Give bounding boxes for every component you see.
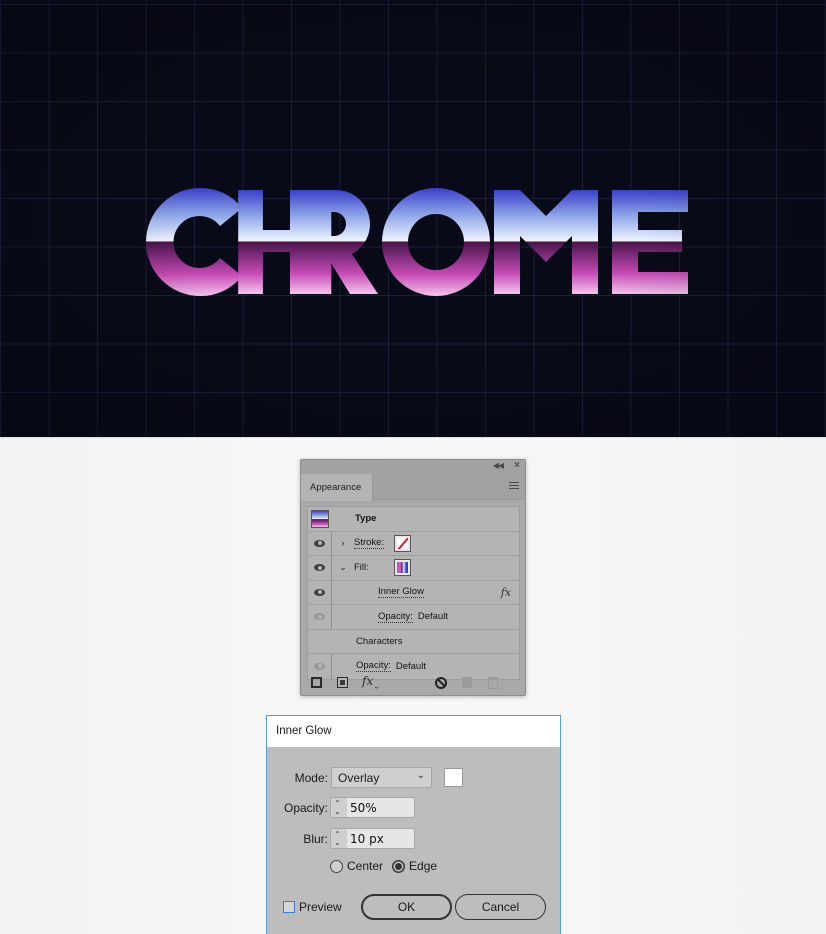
duplicate-item-icon <box>462 677 472 688</box>
inner-glow-dialog: Inner Glow Mode: Overlay ⌄ Opacity: ⌃ ⌄ … <box>266 715 561 934</box>
opacity-row: Opacity: ⌃ ⌄ 50% <box>280 797 415 818</box>
none-swatch-icon <box>397 537 409 549</box>
eye-icon <box>314 588 325 596</box>
eye-icon <box>314 662 325 670</box>
mode-value: Overlay <box>338 771 380 785</box>
double-chevron-left-icon[interactable]: ◀◀ <box>493 461 504 470</box>
source-row: Center Edge <box>330 859 437 873</box>
add-new-fill-icon[interactable] <box>337 677 348 688</box>
dialog-title: Inner Glow <box>267 716 560 747</box>
type-thumbnail-icon <box>311 509 329 528</box>
mode-select[interactable]: Overlay ⌄ <box>331 767 432 788</box>
artwork-canvas <box>0 0 826 437</box>
cancel-button[interactable]: Cancel <box>455 894 546 920</box>
opacity-value: Default <box>417 611 448 623</box>
chrome-headline <box>134 186 694 298</box>
opacity-value: Default <box>395 660 426 672</box>
tab-appearance[interactable]: Appearance <box>301 474 373 501</box>
panel-tab-bar: Appearance <box>301 474 525 501</box>
edge-radio[interactable] <box>392 859 406 873</box>
ok-button[interactable]: OK <box>361 894 452 920</box>
letter-e <box>612 190 688 294</box>
stroke-swatch[interactable] <box>394 534 412 552</box>
add-new-stroke-icon[interactable] <box>311 677 322 688</box>
blur-label: Blur: <box>303 831 328 846</box>
appearance-row-type[interactable]: Type <box>308 507 519 532</box>
appearance-row-fill-opacity[interactable]: Opacity: Default <box>308 605 519 630</box>
chevron-down-icon: ⌄ <box>416 770 425 781</box>
letter-r <box>290 190 378 294</box>
delete-icon <box>488 677 498 689</box>
mode-label: Mode: <box>294 770 328 785</box>
opacity-input[interactable]: 50% <box>347 797 415 818</box>
appearance-row-fill[interactable]: ⌄ Fill: <box>308 556 519 581</box>
blur-input[interactable]: 10 px <box>347 828 415 849</box>
chrome-letters <box>146 187 688 297</box>
appearance-panel: ◀◀ × Appearance Type › Stroke: ⌄ Fill: I… <box>300 459 526 696</box>
appearance-row-stroke[interactable]: › Stroke: <box>308 531 519 556</box>
blur-row: Blur: ⌃ ⌄ 10 px <box>280 828 415 849</box>
opacity-link[interactable]: Opacity: <box>378 611 413 623</box>
close-icon[interactable]: × <box>514 460 520 471</box>
eye-icon <box>314 564 325 572</box>
panel-footer: fx⌄ <box>307 674 520 692</box>
stroke-label[interactable]: Stroke: <box>354 537 385 550</box>
edge-label: Edge <box>409 859 438 873</box>
chevron-right-icon[interactable]: › <box>336 538 350 548</box>
appearance-row-characters[interactable]: Characters <box>308 630 519 654</box>
hamburger-menu-icon[interactable] <box>509 482 519 490</box>
letter-o <box>382 188 490 296</box>
letter-c <box>146 187 242 297</box>
letter-m-shape <box>494 190 598 294</box>
mode-row: Mode: Overlay ⌄ <box>291 767 463 788</box>
chrome-text-graphic <box>146 187 688 297</box>
appearance-row-inner-glow[interactable]: Inner Glow fx <box>308 580 519 605</box>
center-label: Center <box>347 859 384 873</box>
opacity-link[interactable]: Opacity: <box>356 660 391 673</box>
chevron-down-icon[interactable]: ⌄ <box>336 562 350 573</box>
visibility-toggle[interactable] <box>308 580 332 604</box>
appearance-list: Type › Stroke: ⌄ Fill: Inner Glow fx Opa… <box>307 506 520 680</box>
preview-label: Preview <box>299 900 342 914</box>
gradient-swatch-icon <box>397 562 408 574</box>
clear-appearance-icon[interactable] <box>435 677 447 689</box>
add-effect-icon[interactable]: fx⌄ <box>362 674 379 690</box>
opacity-stepper[interactable]: ⌃ ⌄ <box>330 797 347 818</box>
fx-label: fx <box>362 674 374 688</box>
blur-stepper[interactable]: ⌃ ⌄ <box>330 828 347 849</box>
characters-label: Characters <box>356 635 403 647</box>
inner-glow-link[interactable]: Inner Glow <box>378 586 424 599</box>
glow-color-swatch[interactable] <box>444 768 463 787</box>
center-radio[interactable] <box>330 859 343 873</box>
preview-checkbox[interactable] <box>283 901 295 913</box>
eye-icon <box>314 613 325 621</box>
visibility-toggle[interactable] <box>308 556 332 580</box>
object-type-label: Type <box>355 513 377 525</box>
preview-row: Preview <box>283 900 342 914</box>
chevron-down-icon[interactable]: ⌄ <box>334 839 341 847</box>
panel-title-bar[interactable]: ◀◀ × <box>301 460 525 474</box>
opacity-label: Opacity: <box>283 800 328 815</box>
fx-icon[interactable]: fx <box>501 586 511 599</box>
visibility-toggle[interactable] <box>308 531 332 555</box>
chevron-down-icon[interactable]: ⌄ <box>334 808 341 816</box>
fill-swatch[interactable] <box>394 559 411 577</box>
eye-icon <box>314 539 325 547</box>
fill-label: Fill: <box>354 562 369 574</box>
visibility-toggle[interactable] <box>308 605 332 629</box>
